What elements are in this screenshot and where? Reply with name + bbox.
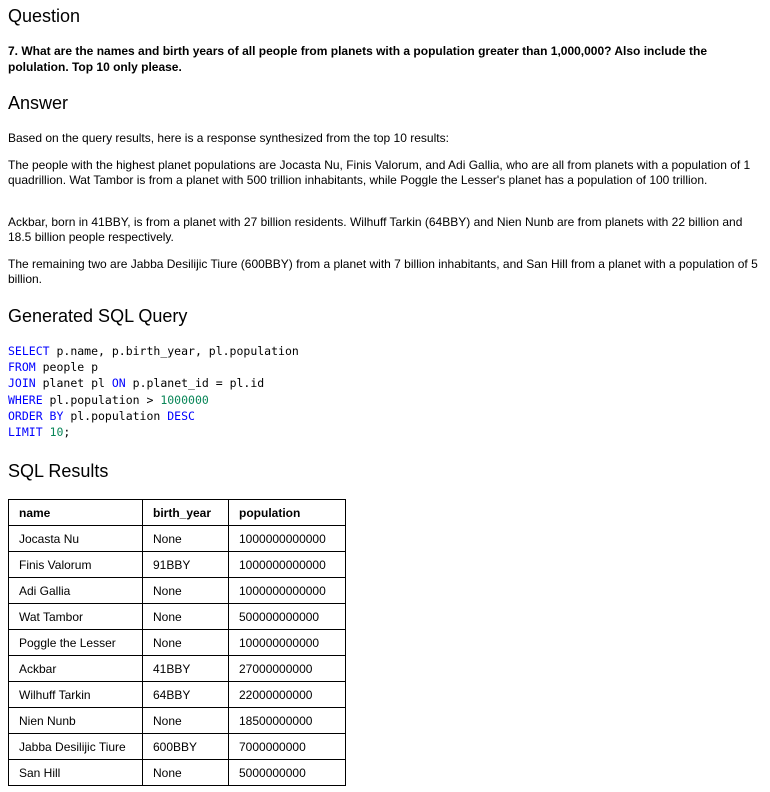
sql-text: planet pl: [35, 376, 112, 391]
column-header-population: population: [228, 499, 346, 526]
table-row: Adi Gallia None 1000000000000: [8, 577, 346, 604]
table-body: Jocasta Nu None 1000000000000 Finis Valorum…: [8, 525, 346, 786]
sql-keyword: FROM: [8, 360, 36, 375]
cell-name: Ackbar: [8, 655, 143, 682]
cell-name: Finis Valorum: [8, 551, 143, 578]
cell-population: 18500000000: [228, 707, 346, 734]
sql-keyword: WHERE: [8, 392, 43, 407]
table-header-row: name birth_year population: [8, 499, 346, 526]
cell-birth-year: 64BBY: [142, 681, 229, 708]
cell-name: Jabba Desilijic Tiure: [8, 733, 143, 760]
sql-code-block: SELECT p.name, p.birth_year, pl.populati…: [8, 343, 299, 440]
sql-line: WHERE pl.population > 1000000: [8, 392, 299, 408]
sql-text: pl.population >: [42, 392, 161, 407]
table-row: Wat Tambor None 500000000000: [8, 603, 346, 630]
table-row: San Hill None 5000000000: [8, 759, 346, 786]
answer-paragraph: Ackbar, born in 41BBY, is from a planet …: [8, 215, 743, 244]
question-heading: Question: [8, 6, 81, 26]
table-row: Jocasta Nu None 1000000000000: [8, 525, 346, 552]
sql-number: 1000000: [160, 392, 209, 407]
answer-heading: Answer: [8, 93, 69, 113]
sql-query-heading: Generated SQL Query: [8, 306, 188, 326]
sql-keyword: SELECT: [8, 344, 50, 358]
table-row: Finis Valorum 91BBY 1000000000000: [8, 551, 346, 578]
cell-name: Nien Nunb: [8, 707, 143, 734]
sql-keyword: ON: [111, 376, 126, 391]
answer-paragraph: The remaining two are Jabba Desilijic Ti…: [8, 257, 758, 286]
table-row: Poggle the Lesser None 100000000000: [8, 629, 346, 656]
sql-text: p.name, p.birth_year, pl.population: [49, 344, 299, 358]
sql-line: LIMIT 10;: [8, 424, 299, 440]
table-row: Ackbar 41BBY 27000000000: [8, 655, 346, 682]
cell-population: 1000000000000: [228, 525, 346, 552]
cell-population: 100000000000: [228, 629, 346, 656]
question-text: 7. What are the names and birth years of…: [8, 44, 708, 74]
cell-population: 1000000000000: [228, 551, 346, 578]
cell-name: Adi Gallia: [8, 577, 143, 604]
cell-birth-year: 91BBY: [142, 551, 229, 578]
cell-name: Poggle the Lesser: [8, 629, 143, 656]
cell-birth-year: None: [142, 525, 229, 552]
cell-population: 7000000000: [228, 733, 346, 760]
column-header-name: name: [8, 499, 143, 526]
cell-population: 5000000000: [228, 759, 346, 786]
cell-population: 22000000000: [228, 681, 346, 708]
sql-keyword: DESC: [167, 408, 195, 423]
cell-name: Wat Tambor: [8, 603, 143, 630]
sql-text: people p: [35, 360, 99, 375]
column-header-birth-year: birth_year: [142, 499, 229, 526]
cell-name: Jocasta Nu: [8, 525, 143, 552]
cell-name: San Hill: [8, 759, 143, 786]
sql-text: pl.population: [63, 408, 168, 423]
sql-keyword: JOIN: [8, 376, 36, 391]
cell-birth-year: 600BBY: [142, 733, 229, 760]
cell-birth-year: None: [142, 577, 229, 604]
sql-line: SELECT p.name, p.birth_year, pl.populati…: [8, 343, 299, 359]
table-row: Wilhuff Tarkin 64BBY 22000000000: [8, 681, 346, 708]
sql-keyword: ORDER BY: [8, 408, 64, 423]
sql-line: ORDER BY pl.population DESC: [8, 408, 299, 424]
sql-text: p.planet_id = pl.id: [125, 376, 265, 391]
sql-number: 10: [49, 425, 64, 440]
cell-population: 1000000000000: [228, 577, 346, 604]
answer-paragraph: The people with the highest planet popul…: [8, 158, 751, 187]
results-table: name birth_year population Jocasta Nu Non…: [8, 499, 346, 786]
cell-birth-year: None: [142, 707, 229, 734]
cell-population: 500000000000: [228, 603, 346, 630]
cell-birth-year: None: [142, 629, 229, 656]
sql-line: FROM people p: [8, 359, 299, 375]
cell-birth-year: None: [142, 759, 229, 786]
sql-results-heading: SQL Results: [8, 461, 109, 481]
sql-line: JOIN planet pl ON p.planet_id = pl.id: [8, 375, 299, 391]
sql-keyword: LIMIT: [8, 425, 43, 440]
table-row: Nien Nunb None 18500000000: [8, 707, 346, 734]
cell-population: 27000000000: [228, 655, 346, 682]
cell-name: Wilhuff Tarkin: [8, 681, 143, 708]
cell-birth-year: 41BBY: [142, 655, 229, 682]
answer-paragraph: Based on the query results, here is a re…: [8, 131, 449, 145]
cell-birth-year: None: [142, 603, 229, 630]
sql-text: ;: [63, 425, 71, 440]
table-row: Jabba Desilijic Tiure 600BBY 7000000000: [8, 733, 346, 760]
